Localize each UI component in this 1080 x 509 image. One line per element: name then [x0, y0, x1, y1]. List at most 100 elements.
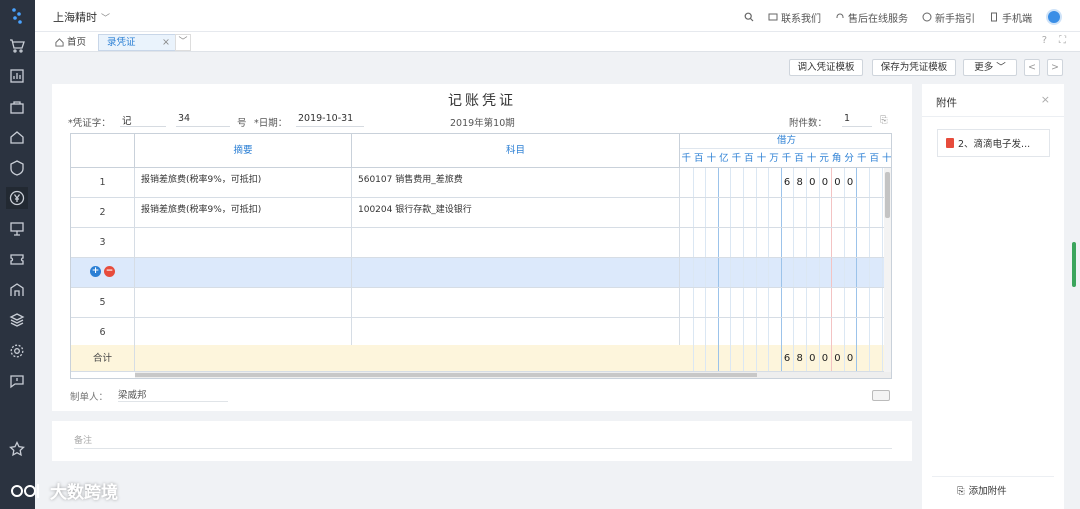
digit-gridline: [831, 228, 833, 257]
tab-record-voucher[interactable]: 录凭证 ×: [98, 34, 178, 51]
chart-icon[interactable]: [6, 65, 28, 87]
account-cell[interactable]: 560107 销售费用_差旅费: [352, 168, 680, 197]
add-attachment-button[interactable]: ⎘ 添加附件: [957, 481, 1047, 503]
digit-gridline: [755, 345, 757, 371]
digit-header-cell: 千: [731, 153, 742, 164]
horizontal-scrollbar[interactable]: [135, 372, 891, 378]
company-switcher[interactable]: 上海精时 ﹀: [53, 9, 110, 25]
scrollbar-thumb[interactable]: [885, 172, 890, 218]
account-cell[interactable]: [352, 288, 680, 317]
notes-input[interactable]: 备注: [74, 433, 892, 449]
digit-gridline: [869, 345, 870, 371]
header-row-number: [71, 134, 135, 168]
digit-gridline: [755, 198, 757, 227]
remove-row-icon[interactable]: −: [104, 266, 115, 277]
digit-gridline: [743, 228, 744, 257]
account-cell[interactable]: 100204 银行存款_建设银行: [352, 198, 680, 227]
summary-cell[interactable]: [135, 228, 352, 257]
online-service-label: 售后在线服务: [848, 13, 908, 25]
maker-label: 制单人：: [70, 392, 109, 403]
amount-grid: [680, 318, 891, 347]
prev-voucher-button[interactable]: <: [1024, 59, 1040, 76]
account-cell[interactable]: [352, 228, 680, 257]
vertical-scrollbar[interactable]: [884, 168, 891, 373]
amount-digit: 0: [809, 352, 816, 364]
online-service-link[interactable]: 售后在线服务: [835, 10, 908, 25]
keyboard-icon[interactable]: [872, 390, 890, 401]
top-links: 联系我们 售后在线服务 新手指引 手机端: [744, 9, 1062, 25]
voucher-date-input[interactable]: 2019-10-31: [296, 113, 364, 127]
attach-count-input[interactable]: 1: [842, 113, 872, 127]
account-cell[interactable]: [352, 318, 680, 347]
home-icon[interactable]: [6, 126, 28, 148]
table-row[interactable]: 6: [71, 318, 891, 348]
bag-icon[interactable]: [6, 96, 28, 118]
attachment-file-name: 2、滴滴电子发...: [958, 139, 1031, 150]
ticket-icon[interactable]: [6, 248, 28, 270]
close-icon[interactable]: ×: [1041, 93, 1050, 106]
summary-cell[interactable]: [135, 258, 352, 287]
gear-icon[interactable]: [6, 340, 28, 362]
summary-cell[interactable]: [135, 288, 352, 317]
digit-gridline: [818, 288, 820, 317]
building-icon[interactable]: [6, 279, 28, 301]
table-row[interactable]: 3: [71, 228, 891, 258]
presentation-icon[interactable]: [6, 218, 28, 240]
voucher-number-input[interactable]: 34: [176, 113, 230, 127]
paperclip-icon[interactable]: ⎘: [880, 115, 888, 126]
digit-gridline: [856, 345, 858, 371]
chevron-down-icon[interactable]: ﹀: [175, 34, 191, 51]
summary-cell[interactable]: 报销差旅费(税率9%，可抵扣): [135, 168, 352, 197]
table-row[interactable]: 1 报销差旅费(税率9%，可抵扣) 560107 销售费用_差旅费 6 8 0 0 0 0: [71, 168, 891, 198]
home-icon: [55, 38, 64, 47]
yen-icon[interactable]: [6, 187, 28, 209]
guide-link[interactable]: 新手指引: [922, 10, 975, 25]
table-row[interactable]: 5: [71, 288, 891, 318]
shield-icon[interactable]: [6, 157, 28, 179]
summary-cell[interactable]: [135, 318, 352, 347]
more-button[interactable]: 更多 ﹀: [963, 59, 1017, 76]
amount-digit: 6: [783, 177, 791, 188]
amount-digit: 0: [846, 352, 854, 364]
table-row[interactable]: 2 报销差旅费(税率9%，可抵扣) 100204 银行存款_建设银行: [71, 198, 891, 228]
add-row-icon[interactable]: +: [90, 266, 101, 277]
message-icon[interactable]: [6, 370, 28, 392]
digit-header-cell: 十: [706, 153, 717, 164]
load-template-button[interactable]: 调入凭证模板: [789, 59, 863, 76]
digit-gridline: [793, 258, 795, 287]
next-voucher-button[interactable]: >: [1047, 59, 1063, 76]
digit-gridline: [869, 288, 870, 317]
layers-icon[interactable]: [6, 309, 28, 331]
save-template-button[interactable]: 保存为凭证模板: [872, 59, 956, 76]
digit-header: 千百十亿千百十万千百十元角分千百十: [680, 150, 892, 167]
digit-gridline: [881, 168, 883, 197]
app-logo-icon[interactable]: [7, 6, 27, 26]
digit-gridline: [806, 198, 807, 227]
tab-home[interactable]: 首页: [47, 34, 94, 51]
digit-gridline: [793, 318, 795, 347]
table-row[interactable]: + −: [71, 258, 891, 288]
account-cell[interactable]: [352, 258, 680, 287]
voucher-word-select[interactable]: 记: [120, 113, 166, 127]
digit-gridline: [743, 168, 744, 197]
help-icon[interactable]: ?: [1042, 35, 1047, 46]
page-scrollbar-thumb[interactable]: [1072, 242, 1076, 287]
digit-gridline: [869, 228, 870, 257]
digit-gridline: [692, 345, 694, 371]
close-icon[interactable]: ×: [162, 35, 170, 51]
contact-us-link[interactable]: 联系我们: [768, 10, 821, 25]
star-icon[interactable]: [6, 438, 28, 460]
digit-gridline: [730, 228, 732, 257]
digit-gridline: [831, 318, 833, 347]
company-name: 上海精时: [53, 11, 97, 24]
summary-cell[interactable]: 报销差旅费(税率9%，可抵扣): [135, 198, 352, 227]
scrollbar-thumb[interactable]: [135, 373, 757, 377]
add-attachment-label: 添加附件: [968, 486, 1007, 497]
mobile-link[interactable]: 手机端: [989, 10, 1032, 25]
cart-icon[interactable]: [6, 35, 28, 57]
avatar[interactable]: [1046, 9, 1062, 25]
attachment-file[interactable]: 2、滴滴电子发...: [937, 129, 1050, 157]
digit-gridline: [755, 228, 757, 257]
fullscreen-icon[interactable]: ⛶: [1059, 35, 1066, 46]
search-icon[interactable]: [744, 12, 754, 22]
